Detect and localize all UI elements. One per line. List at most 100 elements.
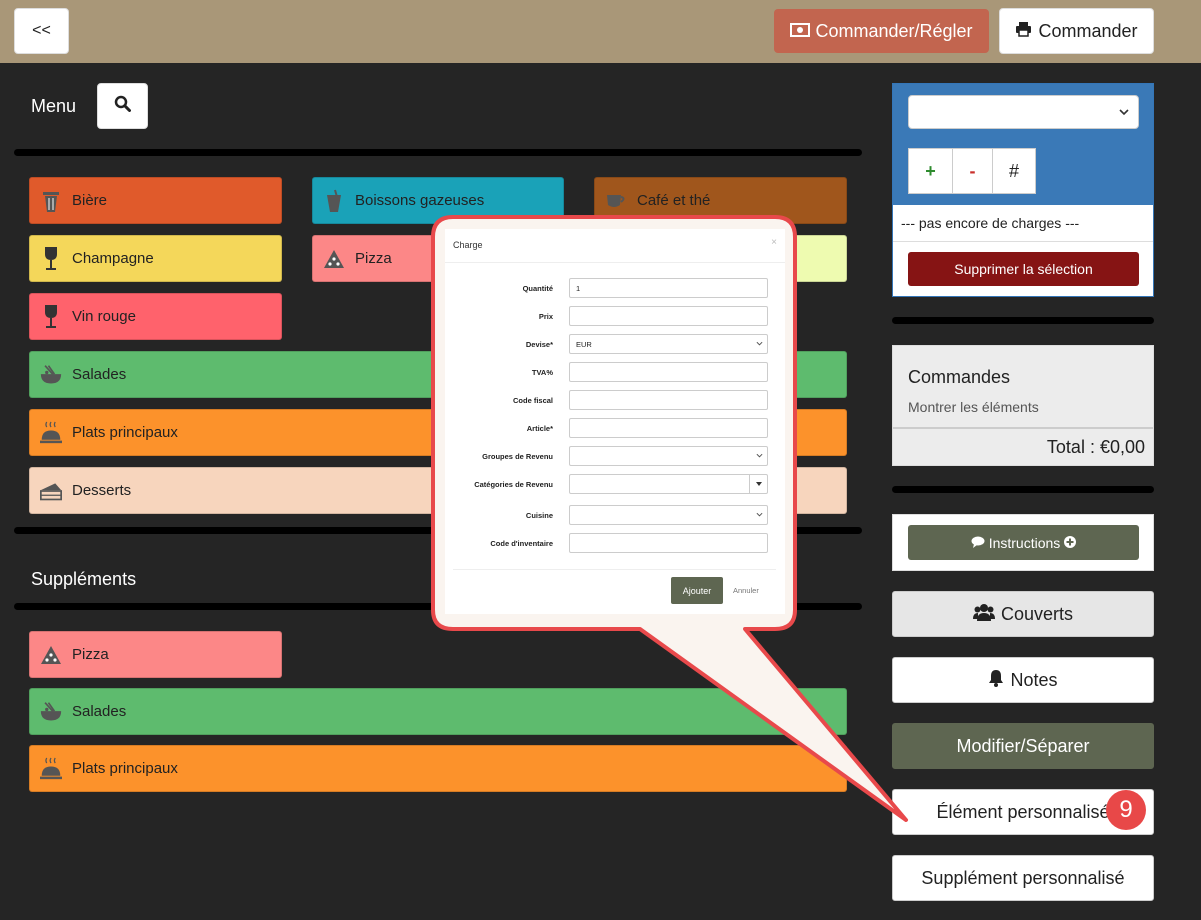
increase-button[interactable]: + (908, 148, 953, 194)
instructions-label: Instructions (988, 534, 1061, 551)
close-icon[interactable]: × (771, 237, 777, 248)
category-label: Bière (72, 192, 108, 209)
chevron-down-icon (756, 452, 763, 461)
code-fiscal-input[interactable] (569, 390, 768, 410)
category-label: Café et thé (637, 192, 711, 209)
category-tile-cafe-et-the[interactable]: Café et thé (594, 177, 847, 224)
wine-glass-icon (40, 245, 62, 273)
prix-input[interactable] (569, 306, 768, 326)
cancel-button[interactable]: Annuler (733, 586, 759, 595)
delete-selection-button[interactable]: Supprimer la sélection (908, 252, 1139, 286)
tva-input[interactable] (569, 362, 768, 382)
wine-glass-icon (40, 303, 62, 331)
step-badge: 9 (1106, 790, 1146, 830)
field-label: TVA% (531, 368, 553, 377)
category-label: Champagne (72, 250, 154, 267)
field-label: Article* (526, 424, 553, 433)
charge-select[interactable] (908, 95, 1139, 129)
order-and-pay-button[interactable]: Commander/Régler (774, 9, 989, 53)
groupes-de-revenu-select[interactable] (569, 446, 768, 466)
dialog-footer-divider (453, 569, 776, 570)
order-and-pay-label: Commander/Régler (815, 20, 973, 41)
category-label: Vin rouge (72, 308, 136, 325)
plus-circle-icon (1064, 535, 1077, 551)
code-d-inventaire-input[interactable] (569, 533, 768, 553)
field-row-code-fiscal: Code fiscal (445, 390, 785, 410)
right-divider-1 (892, 317, 1154, 324)
covers-label: Couverts (1000, 603, 1074, 624)
caret-down-icon[interactable] (749, 475, 767, 493)
soda-cup-icon (323, 187, 345, 215)
set-quantity-button[interactable]: # (992, 148, 1036, 194)
field-row-devise: Devise* EUR (445, 334, 785, 354)
chevron-down-icon (756, 511, 763, 520)
trash-bin-icon (40, 187, 62, 215)
quantite-input[interactable]: 1 (569, 278, 768, 298)
categories-de-revenu-select[interactable] (569, 474, 768, 494)
instructions-button[interactable]: Instructions (908, 525, 1139, 560)
field-label: Code fiscal (512, 396, 553, 405)
coffee-cup-icon (605, 187, 627, 215)
cuisine-select[interactable] (569, 505, 768, 525)
menu-divider (14, 149, 862, 156)
comment-icon (971, 535, 985, 551)
category-label: Boissons gazeuses (355, 192, 485, 209)
category-label: Pizza (72, 646, 109, 663)
category-label: Salades (72, 703, 127, 720)
cake-icon (40, 477, 62, 505)
field-label: Groupes de Revenu (482, 452, 553, 461)
category-tile-pizza[interactable]: Pizza (29, 631, 282, 678)
charges-panel: + - # --- pas encore de charges --- Supp… (892, 83, 1154, 297)
field-label: Catégories de Revenu (474, 480, 553, 489)
field-label: Quantité (522, 284, 553, 293)
category-tile-biere[interactable]: Bière (29, 177, 282, 224)
field-row-article: Article* (445, 418, 785, 438)
category-tile-plats-principaux[interactable]: Plats principaux (29, 745, 847, 792)
field-row-prix: Prix (445, 306, 785, 326)
banknote-icon (790, 21, 811, 42)
category-tile-salades[interactable]: Salades (29, 688, 847, 735)
charges-divider (893, 241, 1153, 242)
order-button[interactable]: Commander (999, 8, 1154, 54)
dialog-title: Charge (453, 240, 483, 250)
decrease-button[interactable]: - (952, 148, 993, 194)
category-label: Salades (72, 366, 127, 383)
category-tile-vin-rouge[interactable]: Vin rouge (29, 293, 282, 340)
category-tile-boissons-gazeuses[interactable]: Boissons gazeuses (312, 177, 564, 224)
bell-icon (988, 669, 1004, 692)
search-icon (114, 95, 131, 117)
cloche-icon (40, 419, 62, 447)
salad-bowl-icon (40, 361, 62, 389)
show-items-link[interactable]: Montrer les éléments (908, 399, 1039, 415)
notes-button[interactable]: Notes (892, 657, 1154, 703)
field-row-tva: TVA% (445, 362, 785, 382)
printer-icon (1015, 21, 1032, 42)
pizza-icon (40, 641, 62, 669)
search-button[interactable] (97, 83, 148, 129)
salad-bowl-icon (40, 698, 62, 726)
article-input[interactable] (569, 418, 768, 438)
category-label: Plats principaux (72, 424, 178, 441)
covers-button[interactable]: Couverts (892, 591, 1154, 637)
notes-label: Notes (1010, 669, 1058, 690)
add-button[interactable]: Ajouter (671, 577, 723, 604)
right-divider-2 (892, 486, 1154, 493)
modify-split-button[interactable]: Modifier/Séparer (892, 723, 1154, 769)
dialog-header-divider (445, 262, 785, 263)
category-tile-champagne[interactable]: Champagne (29, 235, 282, 282)
field-value: EUR (576, 340, 592, 349)
chevron-down-icon (1118, 105, 1130, 123)
charges-controls: + - # (893, 84, 1153, 205)
menu-title: Menu (31, 96, 77, 116)
no-charges-text: --- pas encore de charges --- (901, 215, 1080, 231)
orders-title: Commandes (908, 367, 1011, 387)
category-label: Desserts (72, 482, 132, 499)
devise-select[interactable]: EUR (569, 334, 768, 354)
back-button[interactable]: << (14, 8, 69, 54)
chevron-down-icon (756, 340, 763, 349)
field-row-quantite: Quantité 1 (445, 278, 785, 298)
custom-supplement-button[interactable]: Supplément personnalisé (892, 855, 1154, 901)
category-label: Plats principaux (72, 760, 178, 777)
field-value: 1 (576, 284, 581, 293)
field-label: Cuisine (525, 511, 553, 520)
